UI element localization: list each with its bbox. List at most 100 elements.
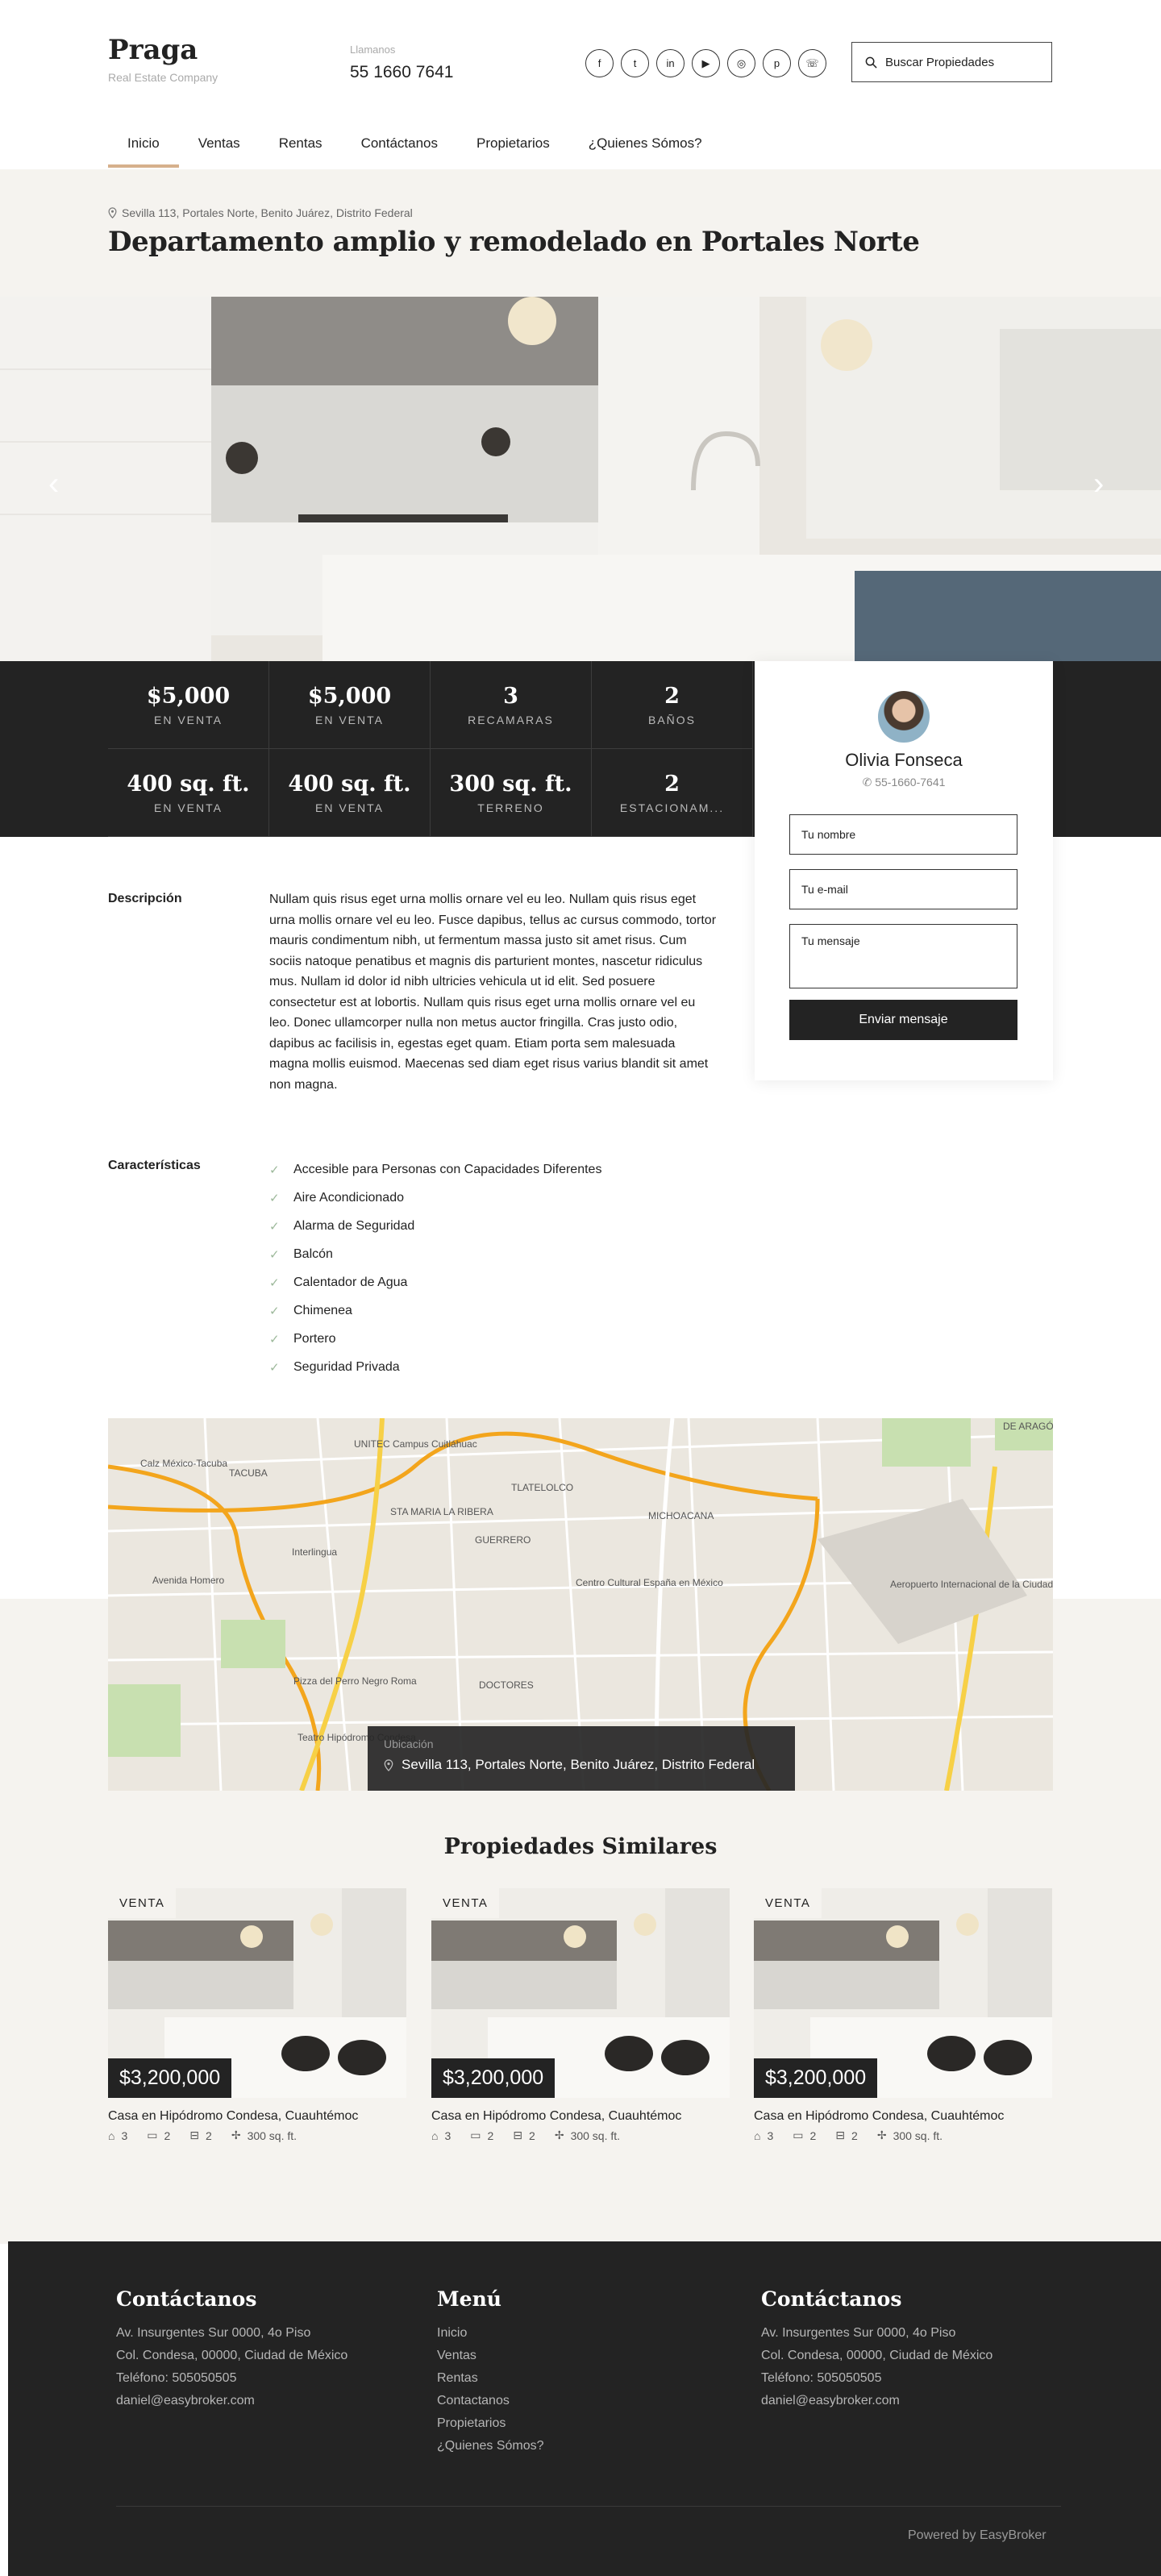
listing-meta: ⌂ 3 ▭ 2 ⊟ 2 ✢ 300 sq. ft. (431, 2129, 621, 2142)
map-label: Calz México-Tacuba (140, 1458, 227, 1469)
social-links: f t in ▶ ◎ p ☏ (585, 49, 826, 77)
footer-phone: Teléfono: 505050505 (761, 2371, 882, 2385)
pinterest-icon[interactable]: p (763, 49, 791, 77)
check-icon: ✓ (269, 1163, 280, 1177)
location-label: Ubicación (384, 1737, 434, 1750)
footer-email[interactable]: daniel@easybroker.com (116, 2390, 347, 2412)
property-card[interactable]: VENTA $3,200,000 Casa en Hipódromo Conde… (431, 1888, 730, 2142)
listing-price: $3,200,000 (431, 2058, 556, 2098)
footer-contact-2: Contáctanos Av. Insurgentes Sur 0000, 4o… (761, 2288, 992, 2412)
map-label: STA MARIA LA RIBERA (390, 1506, 493, 1517)
property-card[interactable]: VENTA $3,200,000 Casa en Hipódromo Conde… (754, 1888, 1052, 2142)
footer-divider (116, 2506, 1061, 2507)
footer-link[interactable]: Contactanos (437, 2390, 544, 2412)
footer-link[interactable]: Propietarios (437, 2412, 544, 2435)
bath-icon: ▭ (793, 2129, 804, 2141)
car-icon: ⊟ (189, 2129, 200, 2141)
footer-link[interactable]: Ventas (437, 2345, 544, 2367)
map-label: Pizza del Perro Negro Roma (293, 1675, 417, 1687)
carousel-prev-icon[interactable]: ‹ (48, 466, 59, 502)
bed-icon: ⌂ (108, 2129, 115, 2142)
instagram-icon[interactable]: ◎ (727, 49, 755, 77)
bath-icon: ▭ (470, 2129, 481, 2141)
listing-title[interactable]: Casa en Hipódromo Condesa, Cuauhtémoc (754, 2109, 1052, 2124)
footer-title: Contáctanos (116, 2287, 257, 2311)
nav-propietarios[interactable]: Propietarios (457, 127, 569, 168)
search-button[interactable]: Buscar Propiedades (851, 42, 1052, 82)
twitter-icon[interactable]: t (621, 49, 649, 77)
area-icon: ✢ (231, 2129, 241, 2141)
brand-logo[interactable]: Praga (108, 34, 198, 66)
linkedin-icon[interactable]: in (656, 49, 685, 77)
location-pin-icon (108, 207, 117, 218)
footer-address-line: Av. Insurgentes Sur 0000, 4o Piso (116, 2326, 311, 2340)
carousel-next-icon[interactable]: › (1093, 466, 1104, 502)
stat-area: 400 sq. ft. EN VENTA (108, 749, 269, 837)
footer-address-line: Col. Condesa, 00000, Ciudad de México (761, 2349, 993, 2362)
check-icon: ✓ (269, 1276, 280, 1290)
listing-title[interactable]: Casa en Hipódromo Condesa, Cuauhtémoc (431, 2109, 730, 2124)
stat-bathrooms: 2 BAÑOS (592, 661, 753, 749)
agent-phone[interactable]: ✆ 55-1660-7641 (755, 776, 1053, 789)
footer-link[interactable]: Rentas (437, 2367, 544, 2390)
nav-ventas[interactable]: Ventas (179, 127, 260, 168)
car-icon: ⊟ (513, 2129, 523, 2141)
map-label: Interlingua (292, 1546, 337, 1558)
stat-price: $5,000 EN VENTA (269, 661, 431, 749)
property-card[interactable]: VENTA $3,200,000 Casa en Hipódromo Conde… (108, 1888, 406, 2142)
bath-icon: ▭ (147, 2129, 158, 2141)
nav-rentas[interactable]: Rentas (260, 127, 342, 168)
powered-by[interactable]: Powered by EasyBroker (908, 2528, 1047, 2543)
area-icon: ✢ (876, 2129, 887, 2141)
youtube-icon[interactable]: ▶ (692, 49, 720, 77)
message-field[interactable]: Tu mensaje (789, 924, 1017, 988)
call-label: Llamanos (350, 44, 396, 56)
footer-menu: Menú Inicio Ventas Rentas Contactanos Pr… (437, 2288, 544, 2457)
header-phone[interactable]: 55 1660 7641 (350, 63, 453, 82)
check-icon: ✓ (269, 1247, 280, 1262)
footer-address-line: Col. Condesa, 00000, Ciudad de México (116, 2349, 348, 2362)
footer-link[interactable]: ¿Quienes Sómos? (437, 2435, 544, 2457)
check-icon: ✓ (269, 1332, 280, 1346)
property-photo-carousel[interactable] (0, 297, 1161, 661)
nav-inicio[interactable]: Inicio (108, 127, 179, 168)
listing-title[interactable]: Casa en Hipódromo Condesa, Cuauhtémoc (108, 2109, 406, 2124)
car-icon: ⊟ (835, 2129, 846, 2141)
property-card-image[interactable]: VENTA $3,200,000 (431, 1888, 730, 2098)
stat-price: $5,000 EN VENTA (108, 661, 269, 749)
check-icon: ✓ (269, 1304, 280, 1318)
nav-contactanos[interactable]: Contáctanos (342, 127, 457, 168)
property-card-image[interactable]: VENTA $3,200,000 (754, 1888, 1052, 2098)
bed-icon: ⌂ (431, 2129, 439, 2142)
map-label: DE ARAGÓN (1003, 1420, 1053, 1432)
listing-type-badge: VENTA (108, 1888, 177, 1918)
stat-lot-size: 300 sq. ft. TERRENO (431, 749, 592, 837)
brand-tagline: Real Estate Company (108, 71, 218, 84)
list-item: ✓ Balcón (269, 1246, 333, 1262)
footer-title: Contáctanos (761, 2287, 902, 2311)
map-label: TLATELOLCO (511, 1482, 573, 1493)
whatsapp-icon[interactable]: ☏ (798, 49, 826, 77)
send-message-button[interactable]: Enviar mensaje (789, 1000, 1017, 1040)
listing-type-badge: VENTA (754, 1888, 822, 1918)
stat-bedrooms: 3 RECAMARAS (431, 661, 592, 749)
name-field[interactable]: Tu nombre (789, 814, 1017, 855)
email-field[interactable]: Tu e-mail (789, 869, 1017, 909)
phone-icon: ✆ (862, 776, 876, 789)
search-label: Buscar Propiedades (885, 55, 995, 69)
property-card-image[interactable]: VENTA $3,200,000 (108, 1888, 406, 2098)
location-box: Ubicación Sevilla 113, Portales Norte, B… (368, 1726, 795, 1791)
check-icon: ✓ (269, 1219, 280, 1234)
features-label: Características (108, 1159, 201, 1172)
map-label: UNITEC Campus Cuitláhuac (354, 1438, 477, 1450)
footer-link[interactable]: Inicio (437, 2322, 544, 2345)
description-text: Nullam quis risus eget urna mollis ornar… (269, 893, 717, 1092)
property-address: Sevilla 113, Portales Norte, Benito Juár… (108, 206, 413, 219)
bed-icon: ⌂ (754, 2129, 761, 2142)
footer-email[interactable]: daniel@easybroker.com (761, 2390, 992, 2412)
facebook-icon[interactable]: f (585, 49, 614, 77)
list-item: ✓ Alarma de Seguridad (269, 1218, 415, 1234)
kitchen-photo (0, 297, 1161, 661)
nav-quienes-somos[interactable]: ¿Quienes Sómos? (569, 127, 722, 168)
property-address-text: Sevilla 113, Portales Norte, Benito Juár… (122, 206, 413, 219)
